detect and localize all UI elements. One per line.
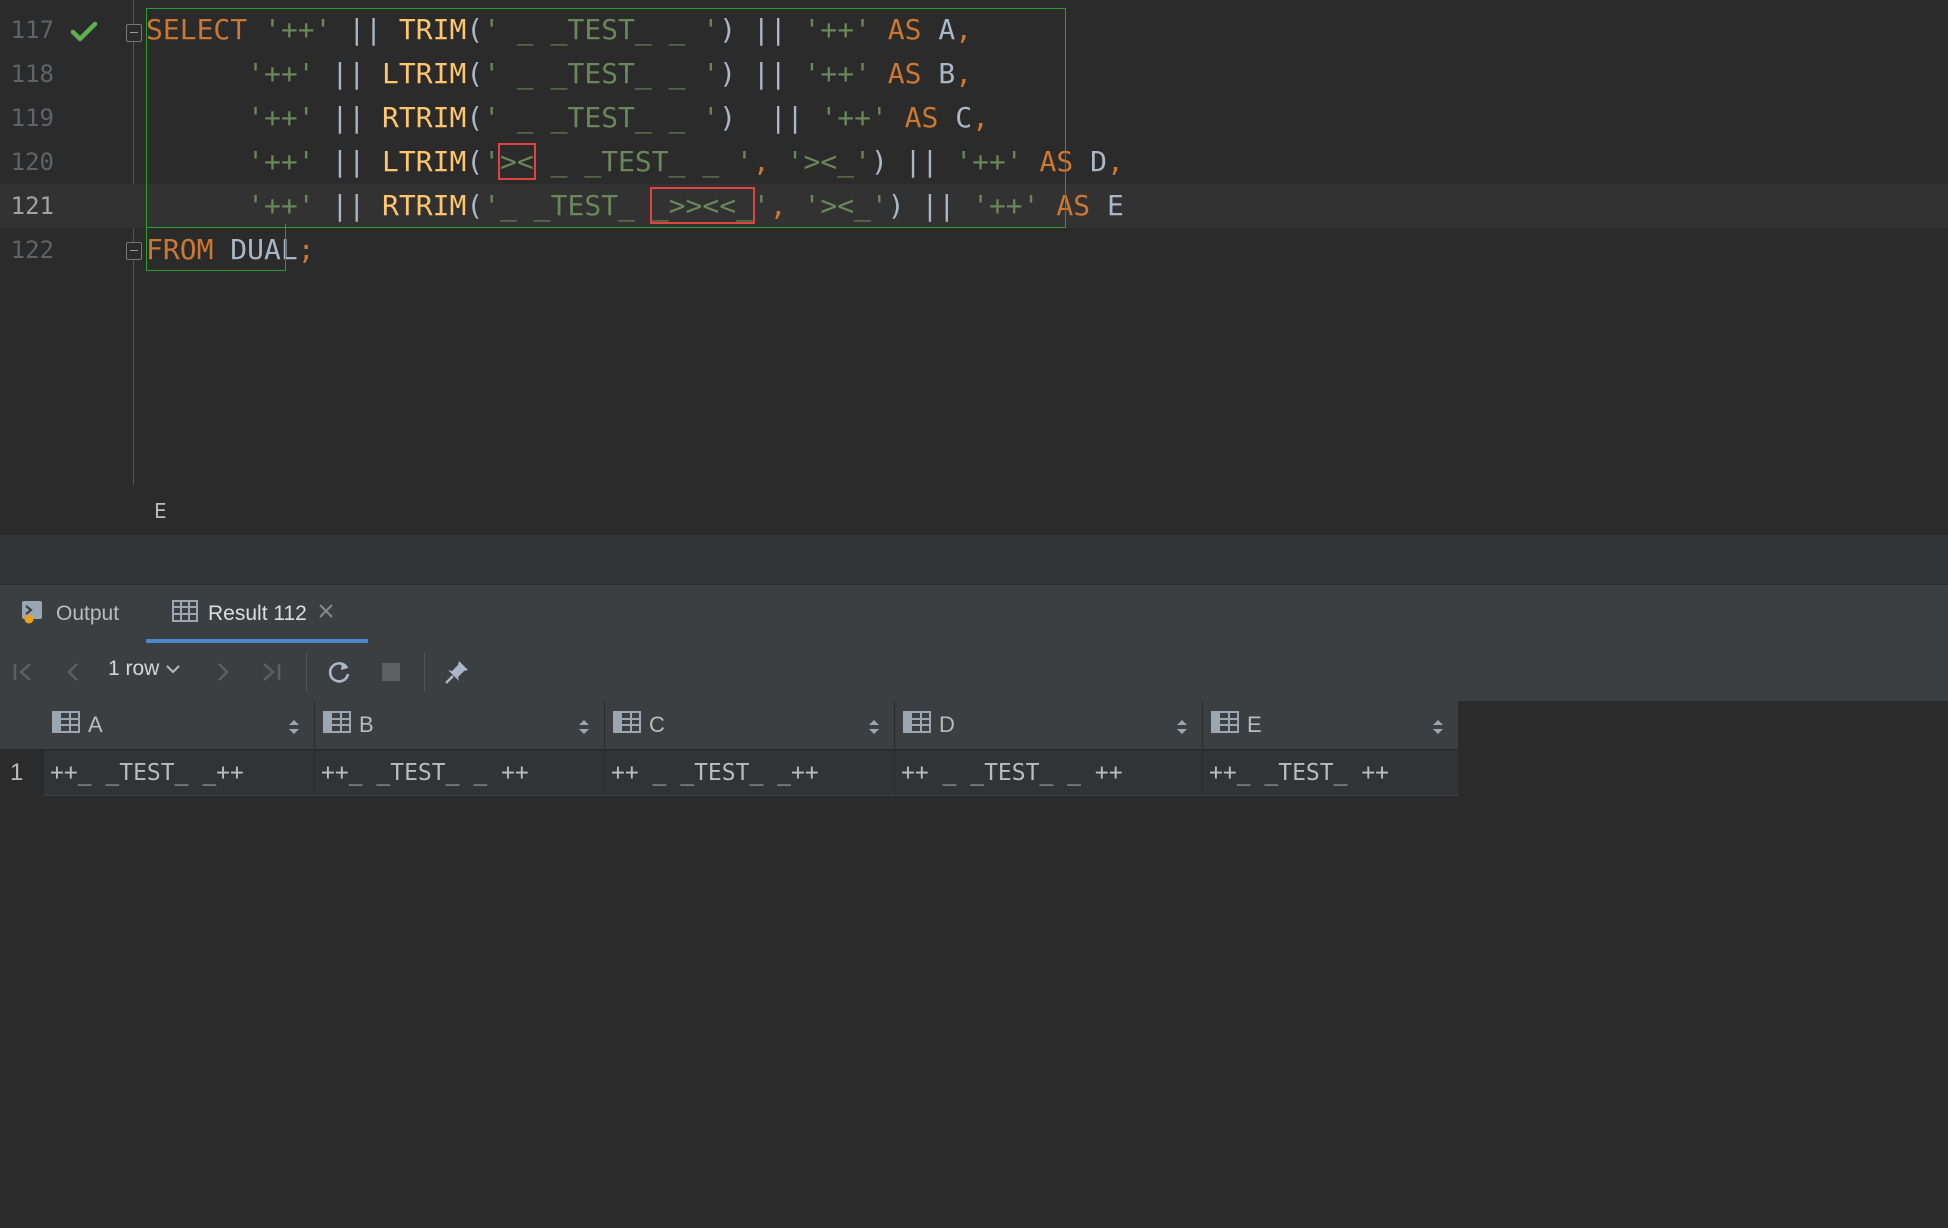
result-toolbar: 1 row <box>0 643 1948 701</box>
highlight-box: >< <box>498 143 536 180</box>
code-text: '++' || LTRIM(' _ _TEST_ _ ') || '++' AS… <box>247 57 973 90</box>
highlight-box: _>><<_ <box>649 187 755 224</box>
column-name: D <box>939 712 955 737</box>
code-text: FROM DUAL; <box>146 233 315 266</box>
code-line-117[interactable]: 117 SELECT '++' || TRIM(' _ _TEST_ _ ') … <box>0 8 1948 52</box>
column-header-a[interactable]: A <box>44 701 315 749</box>
table-cell[interactable]: ++_ _TEST_ ++ <box>1203 751 1459 795</box>
previous-page-icon[interactable] <box>58 657 88 687</box>
sort-icon[interactable] <box>288 716 300 742</box>
fold-marker-icon[interactable] <box>126 242 142 260</box>
line-number: 117 <box>10 16 54 44</box>
line-number: 122 <box>10 236 54 264</box>
tab-output-label: Output <box>56 602 120 625</box>
pin-icon[interactable] <box>442 657 472 687</box>
column-name: A <box>88 712 103 737</box>
code-text: SELECT '++' || TRIM(' _ _TEST_ _ ') || '… <box>146 13 973 46</box>
grid-bottom-border <box>44 795 1459 796</box>
tool-window-tabs: Output Result 112 <box>0 585 1948 1228</box>
sql-editor[interactable]: 117 SELECT '++' || TRIM(' _ _TEST_ _ ') … <box>0 0 1948 485</box>
code-line-119[interactable]: 119 '++' || RTRIM(' _ _TEST_ _ ') || '++… <box>0 96 1948 140</box>
breadcrumb-text: E <box>154 499 167 523</box>
column-header-b[interactable]: B <box>315 701 605 749</box>
breadcrumb: E <box>0 485 1948 535</box>
column-icon <box>903 710 931 740</box>
refresh-icon[interactable] <box>324 657 354 687</box>
stop-icon[interactable] <box>376 657 406 687</box>
column-icon <box>1211 710 1239 740</box>
table-cell[interactable]: ++_ _TEST_ _ ++ <box>315 751 605 795</box>
row-count-dropdown[interactable]: 1 row <box>108 657 181 681</box>
sort-icon[interactable] <box>578 716 590 742</box>
code-text: '++' || RTRIM(' _ _TEST_ _ ') || '++' AS… <box>247 101 989 134</box>
code-text: '++' || LTRIM('>< _ _TEST_ _ ', '><_') |… <box>247 143 1124 180</box>
column-name: E <box>1247 712 1262 737</box>
toolbar-separator <box>424 653 425 691</box>
column-name: B <box>359 712 374 737</box>
panel-separator <box>0 535 1948 585</box>
row-number-header <box>0 701 44 749</box>
code-line-121[interactable]: 121 '++' || RTRIM('_ _TEST_ _>><<_', '><… <box>0 184 1948 228</box>
line-number: 121 <box>10 192 54 220</box>
code-text: '++' || RTRIM('_ _TEST_ _>><<_', '><_') … <box>247 187 1124 224</box>
column-icon <box>52 710 80 740</box>
code-line-118[interactable]: 118 '++' || LTRIM(' _ _TEST_ _ ') || '++… <box>0 52 1948 96</box>
line-number: 120 <box>10 148 54 176</box>
tab-output[interactable]: Output <box>20 585 119 643</box>
line-number: 119 <box>10 104 54 132</box>
tab-result-label: Result 112 <box>208 602 307 625</box>
close-icon[interactable] <box>317 602 335 626</box>
table-cell[interactable]: ++ _ _TEST_ _ ++ <box>895 751 1203 795</box>
last-page-icon[interactable] <box>256 657 286 687</box>
column-header-d[interactable]: D <box>895 701 1203 749</box>
code-line-120[interactable]: 120 '++' || LTRIM('>< _ _TEST_ _ ', '><_… <box>0 140 1948 184</box>
row-count-label: 1 row <box>108 657 160 680</box>
toolbar-separator <box>306 653 307 691</box>
sort-icon[interactable] <box>868 716 880 742</box>
line-number: 118 <box>10 60 54 88</box>
chevron-down-icon <box>165 657 181 681</box>
column-header-e[interactable]: E <box>1203 701 1459 749</box>
table-cell[interactable]: ++_ _TEST_ _++ <box>44 751 315 795</box>
code-line-122[interactable]: 122 FROM DUAL; <box>0 228 1948 272</box>
column-icon <box>323 710 351 740</box>
check-icon[interactable] <box>70 20 98 48</box>
sort-icon[interactable] <box>1176 716 1188 742</box>
sort-icon[interactable] <box>1432 716 1444 742</box>
result-grid[interactable]: A B C D E 1 ++_ _TEST_ _++ ++_ _TEST_ _ … <box>0 701 1948 836</box>
tab-result[interactable]: Result 112 <box>172 585 335 643</box>
column-header-c[interactable]: C <box>605 701 895 749</box>
row-number: 1 <box>10 759 24 786</box>
fold-marker-icon[interactable] <box>126 24 142 42</box>
first-page-icon[interactable] <box>8 657 38 687</box>
column-name: C <box>649 712 665 737</box>
output-icon <box>20 598 46 630</box>
next-page-icon[interactable] <box>208 657 238 687</box>
table-cell[interactable]: ++ _ _TEST_ _++ <box>605 751 895 795</box>
table-icon <box>172 599 198 629</box>
column-icon <box>613 710 641 740</box>
